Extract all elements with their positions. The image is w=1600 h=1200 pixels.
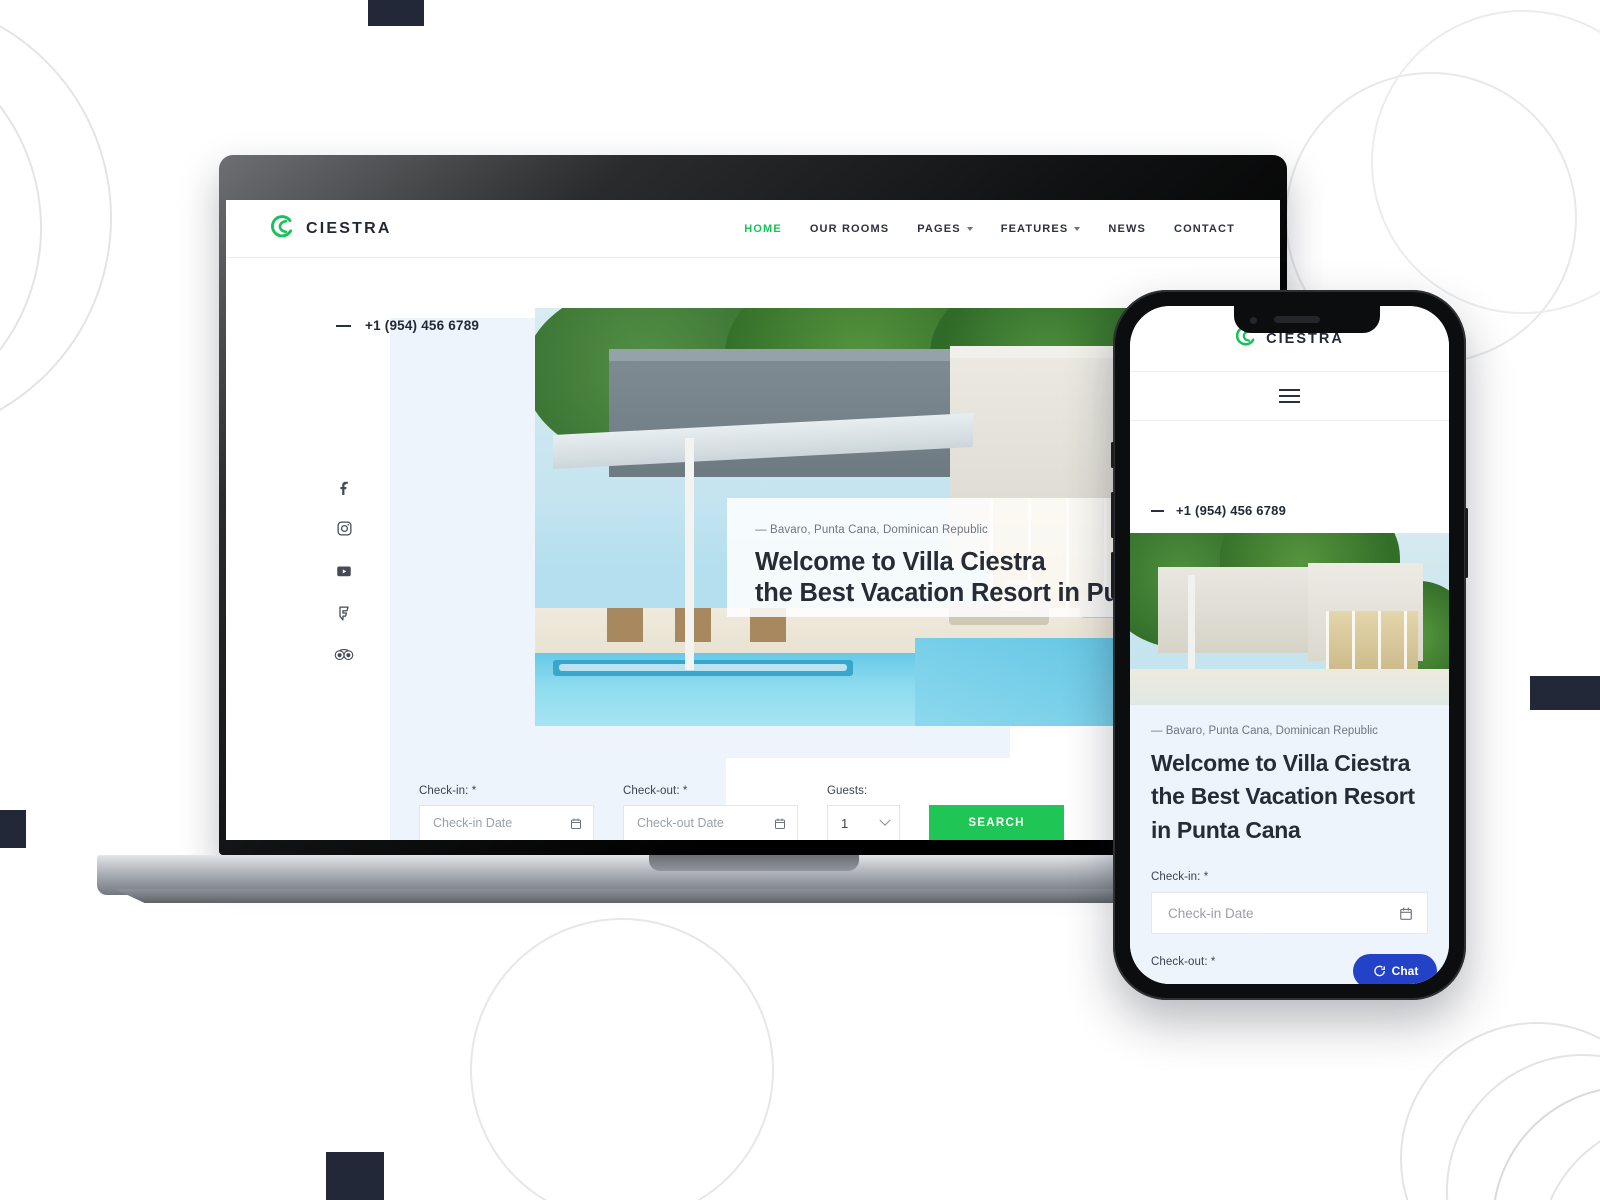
hero-location: — Bavaro, Punta Cana, Dominican Republic <box>755 524 988 536</box>
site-header: CIESTRA HOME OUR ROOMS PAGES FEATURES NE… <box>226 200 1280 258</box>
checkin-input[interactable]: Check-in Date <box>419 805 594 840</box>
mobile-phone-number-row[interactable]: +1 (954) 456 6789 <box>1130 421 1449 518</box>
hero-title: Welcome to Villa Ciestra the Best Vacati… <box>755 547 1225 609</box>
decorative-square-left <box>0 810 26 848</box>
search-button-group: SEARCH <box>929 805 1064 840</box>
phone-volume-up-button[interactable] <box>1111 492 1114 538</box>
calendar-icon <box>1400 907 1412 920</box>
checkin-field-group: Check-in: * Check-in Date <box>419 785 594 840</box>
hamburger-menu-icon[interactable] <box>1279 385 1300 407</box>
phone-volume-down-button[interactable] <box>1111 552 1114 598</box>
chevron-down-icon <box>879 814 891 826</box>
guests-field-group: Guests: 1 <box>827 785 900 840</box>
brand-name: CIESTRA <box>306 219 392 237</box>
mobile-checkin-input[interactable]: Check-in Date <box>1151 892 1428 935</box>
hero-text-card: — Bavaro, Punta Cana, Dominican Republic… <box>727 498 1225 617</box>
guests-value: 1 <box>841 815 849 831</box>
decorative-square-right <box>1530 676 1600 710</box>
phone-notch <box>1234 306 1380 333</box>
mobile-hero-title-line-1: Welcome to Villa Ciestra <box>1151 750 1411 776</box>
instagram-icon[interactable] <box>336 520 353 537</box>
dash-icon <box>336 324 351 327</box>
guests-label: Guests: <box>827 785 868 797</box>
social-links <box>334 478 354 662</box>
phone-power-button[interactable] <box>1465 508 1468 578</box>
required-asterisk: * <box>1203 871 1209 884</box>
ciestra-c-logo-icon <box>270 214 295 244</box>
mobile-hero-title: Welcome to Villa Ciestra the Best Vacati… <box>1151 747 1428 847</box>
nav-item-pages[interactable]: PAGES <box>917 222 973 235</box>
search-button[interactable]: SEARCH <box>929 805 1064 840</box>
facebook-icon[interactable] <box>336 478 353 495</box>
required-asterisk: * <box>471 785 477 797</box>
required-asterisk: * <box>1210 956 1216 969</box>
checkout-label-text: Check-out: <box>623 785 680 797</box>
decorative-rings-bottom-right <box>1400 1022 1600 1200</box>
nav-label: OUR ROOMS <box>809 222 890 235</box>
nav-label: NEWS <box>1108 222 1146 235</box>
checkout-placeholder: Check-out Date <box>637 816 724 830</box>
laptop-mockup: CIESTRA HOME OUR ROOMS PAGES FEATURES NE… <box>97 155 1287 915</box>
checkout-input[interactable]: Check-out Date <box>623 805 798 840</box>
chevron-down-icon <box>966 227 973 231</box>
mobile-hero-location: — Bavaro, Punta Cana, Dominican Republic <box>1151 725 1378 737</box>
nav-item-contact[interactable]: CONTACT <box>1174 223 1235 235</box>
checkout-field-group: Check-out: * Check-out Date <box>623 785 798 840</box>
phone-screen: CIESTRA +1 (954) 456 6789 — Bavaro, Punt… <box>1130 306 1449 984</box>
chevron-down-icon <box>1074 227 1081 231</box>
front-camera-icon <box>1250 317 1257 324</box>
checkin-placeholder: Check-in Date <box>433 816 513 830</box>
nav-label: HOME <box>744 222 782 235</box>
youtube-icon[interactable] <box>335 562 353 580</box>
foursquare-icon[interactable] <box>336 605 352 622</box>
phone-mockup: CIESTRA +1 (954) 456 6789 — Bavaro, Punt… <box>1111 290 1468 1000</box>
mobile-checkin-placeholder: Check-in Date <box>1168 905 1254 921</box>
brand-logo[interactable]: CIESTRA <box>270 214 392 244</box>
decorative-ring-bottom-center <box>470 918 800 1200</box>
mobile-menu-bar <box>1130 371 1449 421</box>
mobile-checkin-label-text: Check-in: <box>1151 871 1201 884</box>
mobile-hero-title-line-2: the Best Vacation Resort <box>1151 783 1415 810</box>
phone-mute-button[interactable] <box>1111 442 1114 468</box>
chat-widget-label: Chat <box>1391 964 1419 978</box>
mobile-hero-title-line-3: in Punta Cana <box>1151 816 1301 843</box>
chat-bubble-icon <box>1373 965 1385 977</box>
nav-label: PAGES <box>917 222 961 235</box>
checkin-label-text: Check-in: <box>419 785 469 797</box>
dash-icon <box>1151 509 1164 512</box>
mobile-checkout-label-text: Check-out: <box>1151 956 1208 969</box>
mobile-phone-number: +1 (954) 456 6789 <box>1176 503 1287 518</box>
checkout-label: Check-out: * <box>623 785 798 797</box>
chat-widget-button[interactable]: Chat <box>1353 954 1437 984</box>
hero-title-line-1: Welcome to Villa Ciestra <box>755 548 1046 576</box>
nav-item-features[interactable]: FEATURES <box>1001 223 1081 235</box>
header-phone[interactable]: +1 (954) 456 6789 <box>336 318 479 333</box>
nav-item-home[interactable]: HOME <box>744 223 782 235</box>
scene: CIESTRA HOME OUR ROOMS PAGES FEATURES NE… <box>0 0 1600 1200</box>
calendar-icon <box>775 818 785 829</box>
checkin-label: Check-in: * <box>419 785 594 797</box>
main-nav: HOME OUR ROOMS PAGES FEATURES NEWS CONTA… <box>744 223 1235 235</box>
mobile-checkin-label: Check-in: * <box>1151 871 1428 883</box>
laptop-base-notch <box>649 855 859 871</box>
required-asterisk: * <box>682 785 688 797</box>
decorative-square-bottom <box>326 1152 384 1200</box>
earpiece-speaker-icon <box>1274 316 1320 323</box>
phone-number: +1 (954) 456 6789 <box>365 318 480 333</box>
calendar-icon <box>571 818 581 829</box>
tripadvisor-icon[interactable] <box>334 647 354 662</box>
guests-select[interactable]: 1 <box>827 805 900 840</box>
nav-item-our-rooms[interactable]: OUR ROOMS <box>810 223 889 235</box>
nav-item-news[interactable]: NEWS <box>1108 223 1146 235</box>
nav-label: FEATURES <box>1000 222 1069 235</box>
mobile-hero-text: — Bavaro, Punta Cana, Dominican Republic… <box>1130 705 1449 872</box>
laptop-base <box>97 855 1287 895</box>
mobile-hero-image <box>1130 533 1449 705</box>
nav-label: CONTACT <box>1173 222 1235 235</box>
decorative-square-top <box>368 0 424 26</box>
